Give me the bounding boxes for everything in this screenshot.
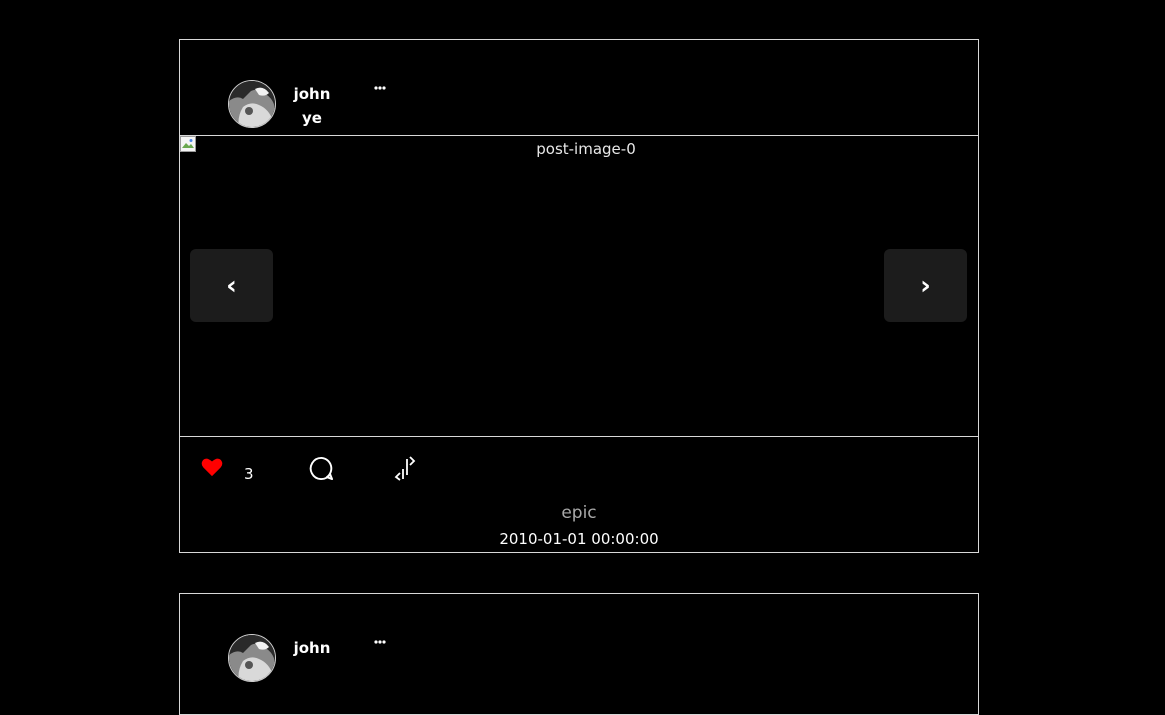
post-actions: 3 epic 2010-01-01 00:00:00 (180, 437, 978, 552)
post-media-carousel: post-image-0 ‹ › (180, 136, 978, 437)
avatar[interactable] (228, 80, 276, 128)
share-arrows-icon[interactable] (394, 455, 418, 481)
post-card: john ye post-image-0 ‹ › 3 epic 2010-01-… (179, 39, 979, 553)
user-info: john (280, 636, 344, 660)
post-card: john (179, 593, 979, 715)
post-header: john ye (180, 40, 978, 136)
display-name: ye (302, 109, 322, 127)
heart-icon[interactable] (201, 457, 223, 477)
avatar-image (229, 635, 275, 681)
more-horizontal-icon[interactable] (373, 635, 387, 649)
username[interactable]: john (280, 82, 344, 106)
post-header: john (180, 594, 978, 689)
user-info: john ye (280, 82, 344, 130)
more-horizontal-icon[interactable] (373, 81, 387, 95)
username[interactable]: john (280, 636, 344, 660)
avatar-image (229, 81, 275, 127)
like-count: 3 (244, 465, 254, 483)
prev-image-button[interactable]: ‹ (190, 249, 273, 322)
post-caption: epic (561, 503, 597, 523)
post-image: post-image-0 (536, 140, 636, 158)
comment-bubble-icon[interactable] (309, 456, 334, 481)
avatar[interactable] (228, 634, 276, 682)
post-timestamp: 2010-01-01 00:00:00 (499, 530, 659, 548)
next-image-button[interactable]: › (884, 249, 967, 322)
